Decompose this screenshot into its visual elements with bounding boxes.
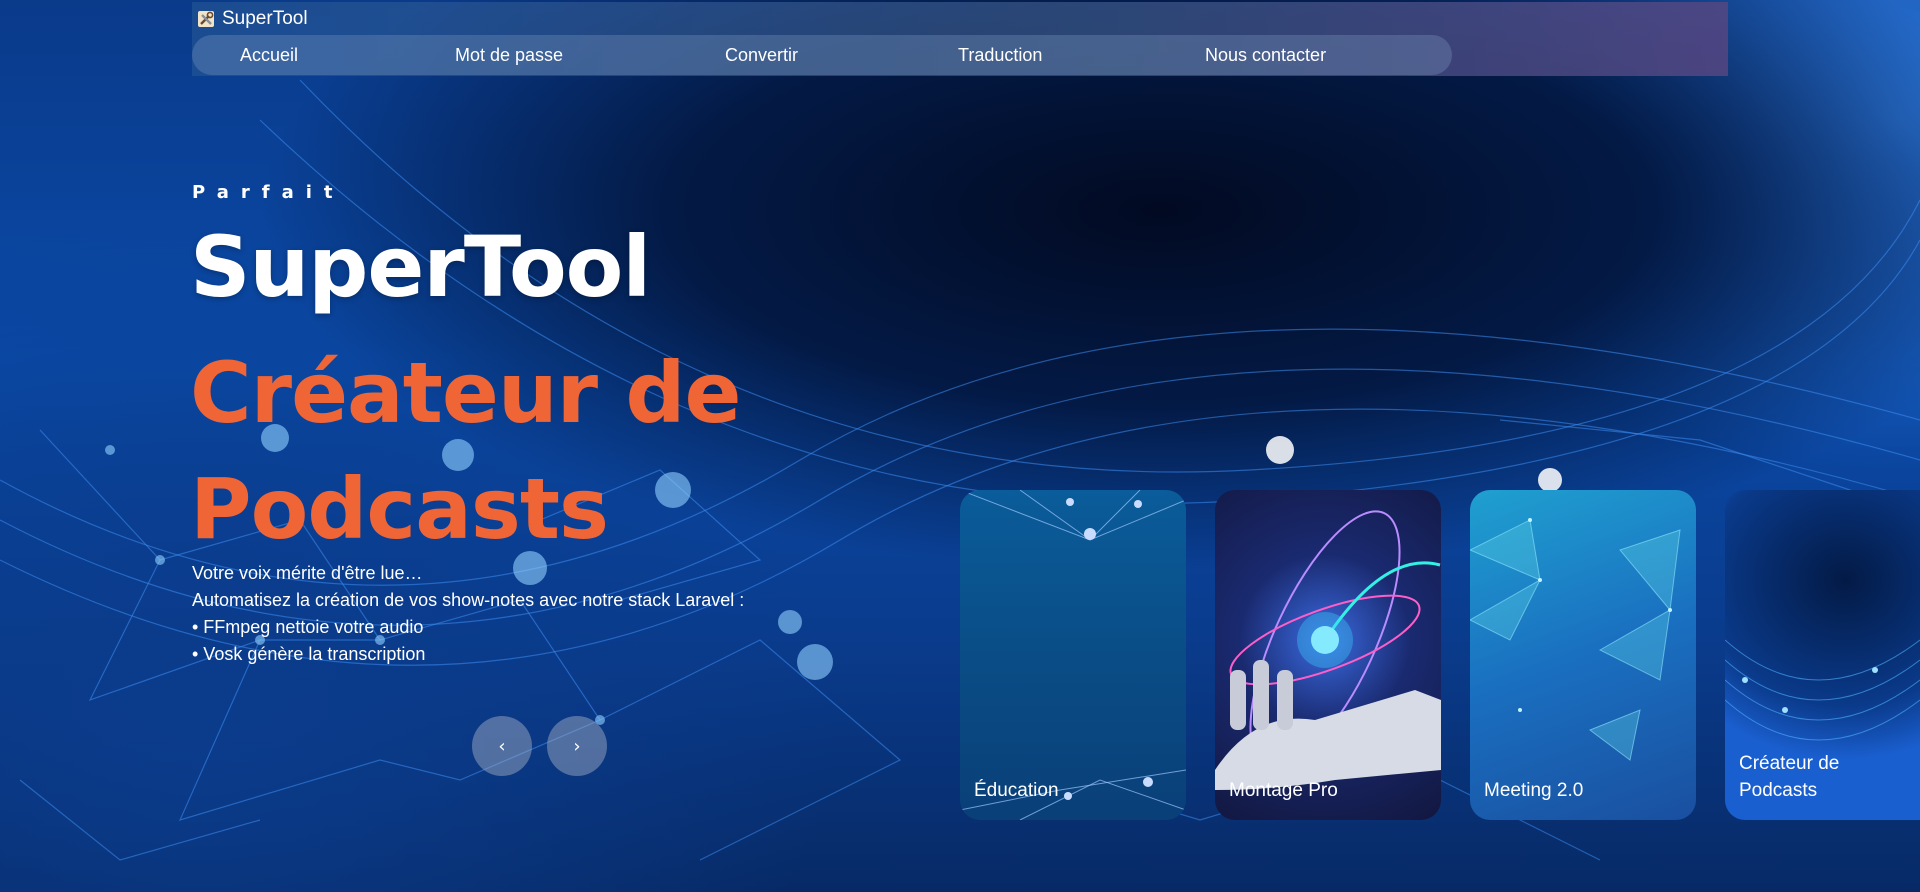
robot-hand-illustration <box>1215 510 1441 790</box>
description-line: • FFmpeg nettoie votre audio <box>192 617 424 637</box>
card-label: Montage Pro <box>1229 780 1338 801</box>
card-label: Meeting 2.0 <box>1484 780 1584 801</box>
hero-subtitle: Créateur de Podcasts <box>190 344 741 558</box>
description-line: • Vosk génère la transcription <box>192 644 426 664</box>
description-line: Automatisez la création de vos show-note… <box>192 590 745 610</box>
description-line: Votre voix mérite d'être lue… <box>192 563 423 583</box>
prev-slide-button[interactable]: ‹ <box>472 716 532 776</box>
hero-eyebrow: Parfait <box>192 182 345 203</box>
card-montage-pro[interactable]: Montage Pro <box>1215 490 1441 820</box>
chevron-left-icon: ‹ <box>498 735 506 757</box>
brand[interactable]: SuperTool <box>196 8 308 30</box>
network-illustration <box>960 490 1186 820</box>
nav-item-traduction[interactable]: Traduction <box>958 45 1042 66</box>
chevron-right-icon: › <box>573 735 581 757</box>
card-createur-podcasts[interactable]: Créateur de Podcasts <box>1725 490 1920 820</box>
tools-icon <box>196 9 216 29</box>
card-education[interactable]: Éducation <box>960 490 1186 820</box>
hero-title: SuperTool <box>190 218 651 316</box>
next-slide-button[interactable]: › <box>547 716 607 776</box>
nav-item-accueil[interactable]: Accueil <box>240 45 298 66</box>
main-nav: Accueil Mot de passe Convertir Traductio… <box>192 35 1452 75</box>
brand-name: SuperTool <box>222 8 308 29</box>
nav-item-convertir[interactable]: Convertir <box>725 45 798 66</box>
polygon-network-illustration <box>1470 518 1681 761</box>
hero-description: Votre voix mérite d'être lue… Automatise… <box>192 560 744 668</box>
card-meeting[interactable]: Meeting 2.0 <box>1470 490 1696 820</box>
card-label: Créateur de Podcasts <box>1739 753 1840 801</box>
nav-item-nous-contacter[interactable]: Nous contacter <box>1205 45 1326 66</box>
nav-item-mot-de-passe[interactable]: Mot de passe <box>455 45 563 66</box>
card-label: Éducation <box>974 780 1059 801</box>
top-navbar: SuperTool Accueil Mot de passe Convertir… <box>192 2 1728 76</box>
